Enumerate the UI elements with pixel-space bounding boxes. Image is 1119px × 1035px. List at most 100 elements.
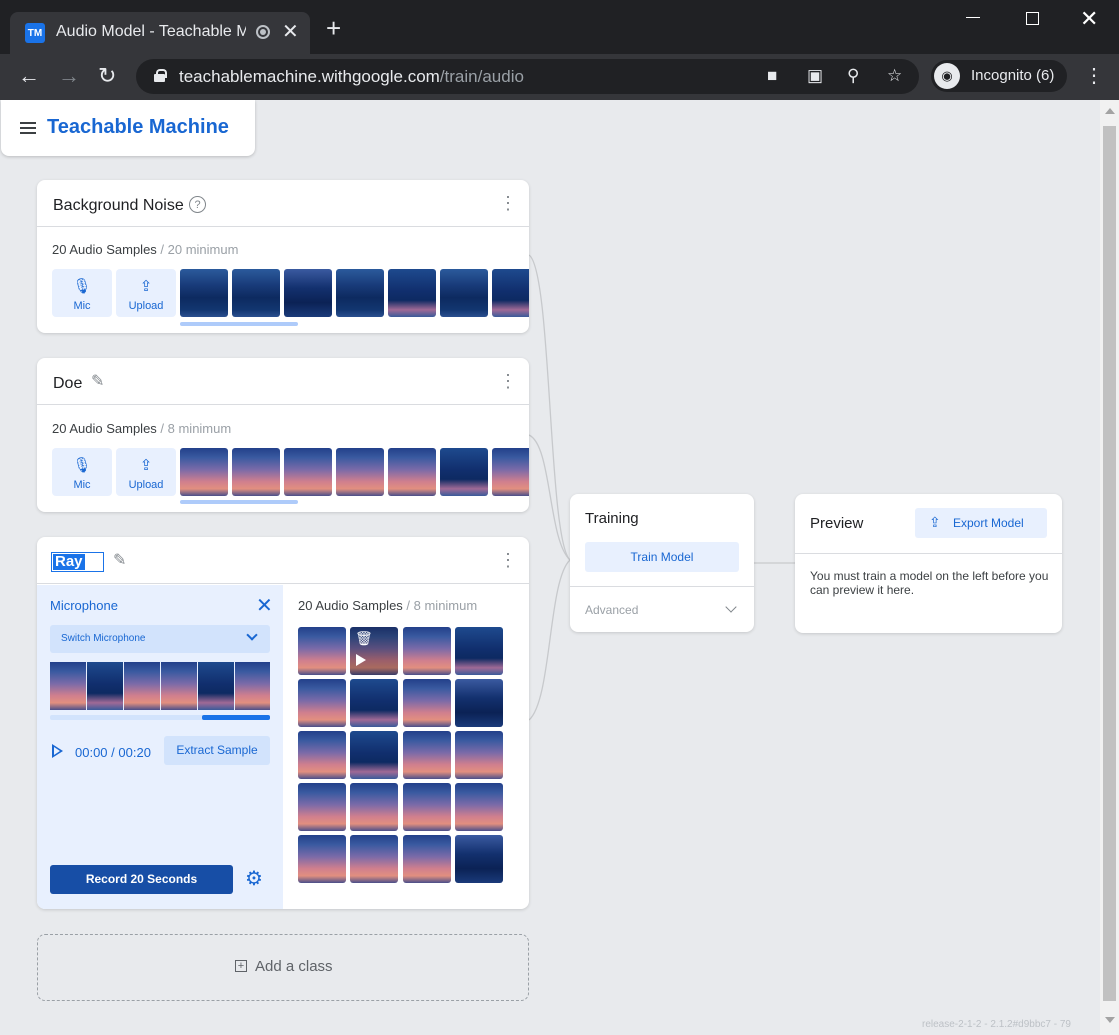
sample-thumbnail[interactable] — [350, 731, 398, 779]
app-title[interactable]: Teachable Machine — [47, 116, 229, 139]
sample-thumbnail[interactable] — [232, 269, 280, 317]
scroll-up-icon[interactable] — [1105, 108, 1115, 114]
sample-thumbnail[interactable] — [455, 627, 503, 675]
switch-microphone-label: Switch Microphone — [61, 633, 146, 644]
sample-thumbnail[interactable] — [180, 269, 228, 317]
url-text[interactable]: teachablemachine.withgoogle.com/train/au… — [179, 67, 524, 87]
sample-thumbnails — [180, 269, 529, 317]
sample-thumbnail[interactable] — [455, 835, 503, 883]
sample-thumbnail[interactable] — [455, 783, 503, 831]
sample-thumbnail[interactable] — [403, 783, 451, 831]
upload-icon: ⇪ — [139, 278, 153, 295]
app-header: Teachable Machine — [1, 100, 255, 156]
sample-thumbnail[interactable] — [403, 731, 451, 779]
mic-button[interactable]: 🎙︎ Mic — [52, 448, 112, 496]
new-tab-button[interactable]: + — [326, 15, 341, 41]
sample-thumbnail[interactable] — [336, 269, 384, 317]
sample-thumbnail[interactable] — [388, 269, 436, 317]
window-close-icon[interactable]: ✕ — [1080, 6, 1098, 32]
export-model-button[interactable]: ⇪ Export Model — [915, 508, 1047, 538]
browser-tab[interactable]: TM Audio Model - Teachable Machine ✕ — [10, 12, 310, 54]
sample-thumbnail[interactable] — [455, 731, 503, 779]
sample-thumbnail[interactable] — [298, 731, 346, 779]
sample-thumbnail[interactable] — [455, 679, 503, 727]
sample-thumbnail[interactable] — [403, 835, 451, 883]
spectrogram-segment — [235, 662, 270, 710]
class-name: Ray — [53, 553, 85, 570]
sample-thumbnail[interactable] — [440, 269, 488, 317]
upload-button[interactable]: ⇪ Upload — [116, 448, 176, 496]
browser-menu-icon[interactable]: ⋮ — [1084, 63, 1104, 88]
lock-icon[interactable] — [154, 69, 167, 82]
trash-icon[interactable]: 🗑︎ — [355, 630, 373, 647]
upload-button[interactable]: ⇪ Upload — [116, 269, 176, 317]
thumbnail-scrollbar[interactable] — [180, 322, 298, 326]
sample-thumbnail[interactable] — [350, 783, 398, 831]
mic-label: Mic — [73, 300, 91, 312]
record-button[interactable]: Record 20 Seconds — [50, 865, 233, 894]
address-bar[interactable]: teachablemachine.withgoogle.com/train/au… — [136, 59, 919, 94]
maximize-icon[interactable] — [1026, 12, 1039, 25]
close-icon[interactable]: ✕ — [256, 593, 273, 618]
sample-thumbnail[interactable] — [284, 269, 332, 317]
hamburger-menu-icon[interactable] — [20, 122, 36, 134]
sample-thumbnail[interactable] — [298, 835, 346, 883]
divider — [795, 553, 1062, 554]
sample-thumbnail[interactable] — [336, 448, 384, 496]
sample-thumbnail[interactable] — [284, 448, 332, 496]
sample-thumbnail[interactable] — [403, 627, 451, 675]
upload-icon: ⇪ — [139, 457, 153, 474]
sample-thumbnail[interactable] — [180, 448, 228, 496]
back-icon[interactable]: ← — [18, 62, 40, 90]
train-model-button[interactable]: Train Model — [585, 542, 739, 572]
chevron-down-icon[interactable] — [725, 601, 737, 613]
sample-thumbnail[interactable] — [350, 679, 398, 727]
url-path: /train/audio — [439, 67, 524, 86]
minimize-icon[interactable] — [966, 17, 980, 18]
sample-thumbnail[interactable] — [403, 679, 451, 727]
sample-thumbnail[interactable] — [298, 679, 346, 727]
sample-thumbnail[interactable] — [298, 627, 346, 675]
sample-thumbnail[interactable] — [232, 448, 280, 496]
scroll-down-icon[interactable] — [1105, 1017, 1115, 1023]
sample-thumbnail[interactable] — [492, 448, 529, 496]
help-icon[interactable]: ? — [189, 196, 206, 213]
gear-icon[interactable]: ⚙ — [245, 866, 263, 891]
spectrogram-segment — [124, 662, 160, 710]
play-sample-icon[interactable] — [356, 654, 366, 666]
sample-thumbnail[interactable] — [440, 448, 488, 496]
page-scrollbar[interactable] — [1100, 100, 1119, 1035]
tab-close-icon[interactable]: ✕ — [282, 19, 299, 44]
mic-label: Mic — [73, 479, 91, 491]
sample-thumbnail[interactable] — [350, 835, 398, 883]
time-separator: / — [107, 745, 119, 760]
samples-count: 20 Audio Samples — [52, 421, 157, 436]
extract-sample-button[interactable]: Extract Sample — [164, 736, 270, 765]
more-options-icon[interactable]: ⋮ — [499, 551, 517, 569]
thumbnail-scrollbar[interactable] — [180, 500, 298, 504]
switch-microphone-dropdown[interactable]: Switch Microphone — [50, 625, 270, 653]
add-class-button[interactable]: + Add a class — [37, 934, 529, 1001]
sample-thumbnail[interactable] — [388, 448, 436, 496]
bookmark-star-icon[interactable]: ☆ — [887, 66, 902, 86]
class-name-input[interactable]: Ray — [51, 552, 104, 572]
edit-pencil-icon[interactable]: ✎ — [113, 550, 126, 570]
more-options-icon[interactable]: ⋮ — [499, 194, 517, 212]
divider — [570, 586, 754, 587]
advanced-toggle[interactable]: Advanced — [585, 603, 638, 617]
zoom-icon[interactable]: ⚲ — [847, 66, 859, 86]
edit-pencil-icon[interactable]: ✎ — [91, 371, 104, 391]
translate-icon[interactable]: ▣ — [807, 66, 823, 86]
forward-icon[interactable]: → — [58, 62, 80, 90]
more-options-icon[interactable]: ⋮ — [499, 372, 517, 390]
camera-icon[interactable]: ■ — [767, 66, 777, 86]
mic-button[interactable]: 🎙︎ Mic — [52, 269, 112, 317]
incognito-badge[interactable]: ◉ Incognito (6) — [931, 60, 1067, 92]
sample-thumbnail[interactable] — [298, 783, 346, 831]
scroll-thumb[interactable] — [1103, 126, 1116, 1001]
browser-toolbar: ← → ↻ teachablemachine.withgoogle.com/tr… — [0, 54, 1119, 100]
sample-thumbnail-hovered[interactable]: 🗑︎ — [350, 627, 398, 675]
sample-thumbnail[interactable] — [492, 269, 529, 317]
reload-icon[interactable]: ↻ — [98, 62, 116, 90]
play-icon[interactable] — [52, 744, 63, 758]
